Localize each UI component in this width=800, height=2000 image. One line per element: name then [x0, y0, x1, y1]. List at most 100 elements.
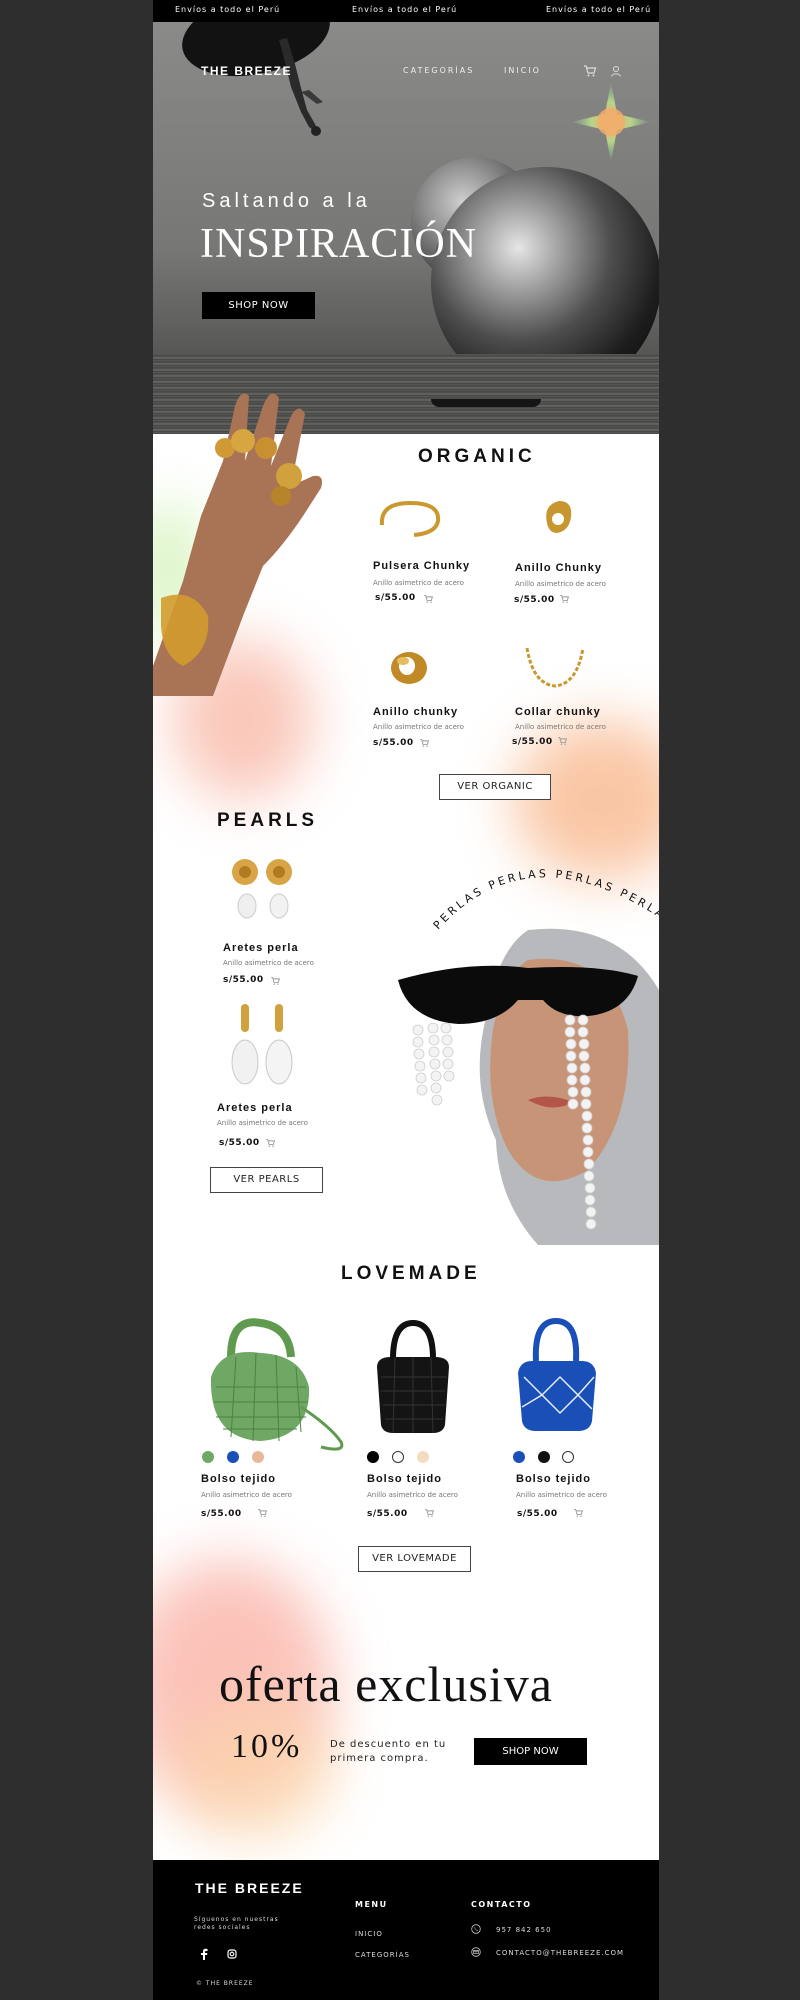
- instagram-icon[interactable]: [227, 1949, 237, 1959]
- footer-social-text: Síguenos en nuestras: [194, 1916, 279, 1923]
- footer-logo[interactable]: THE BREEZE: [195, 1880, 304, 1896]
- product-desc: Anillo asimetrico de acero: [223, 959, 314, 967]
- color-swatch[interactable]: [252, 1451, 264, 1463]
- lovemade-title: LOVEMADE: [341, 1263, 481, 1284]
- hero-subtitle: Saltando a la: [202, 190, 371, 212]
- star-burst-image: [571, 82, 651, 162]
- color-swatch[interactable]: [513, 1451, 525, 1463]
- product-price: s/55.00: [517, 1509, 558, 1519]
- color-swatch[interactable]: [227, 1451, 239, 1463]
- offer-text-line: De descuento en tu: [330, 1739, 447, 1750]
- ring-image[interactable]: [539, 495, 579, 540]
- product-price: s/55.00: [367, 1509, 408, 1519]
- announcement-bar: Envíos a todo el Perú Envíos a todo el P…: [153, 0, 659, 22]
- boat-image: [431, 399, 541, 407]
- product-name[interactable]: Aretes perla: [223, 942, 299, 954]
- footer: THE BREEZE Síguenos en nuestras redes so…: [153, 1860, 659, 2000]
- product-price: s/55.00: [373, 738, 414, 748]
- add-to-cart-icon[interactable]: [419, 738, 430, 748]
- hero-title: INSPIRACIÓN: [200, 221, 478, 267]
- gradient-blob: [173, 1700, 333, 1840]
- footer-link-inicio[interactable]: INICIO: [355, 1930, 383, 1938]
- ring-image[interactable]: [387, 646, 431, 690]
- user-icon[interactable]: [609, 64, 623, 78]
- black-woven-bag-image[interactable]: [371, 1319, 455, 1435]
- product-desc: Anillo asimetrico de acero: [367, 1491, 458, 1499]
- announcement-text: Envíos a todo el Perú: [352, 5, 458, 14]
- add-to-cart-icon[interactable]: [559, 594, 570, 604]
- product-name[interactable]: Bolso tejido: [516, 1473, 591, 1485]
- product-name[interactable]: Anillo Chunky: [515, 562, 602, 574]
- color-swatch[interactable]: [367, 1451, 379, 1463]
- announcement-text: Envíos a todo el Perú: [175, 5, 281, 14]
- product-price: s/55.00: [219, 1138, 260, 1148]
- blue-woven-bag-image[interactable]: [512, 1317, 602, 1435]
- footer-link-categorias[interactable]: CATEGORÍAS: [355, 1951, 410, 1959]
- hand-with-rings-image: [153, 393, 322, 696]
- add-to-cart-icon[interactable]: [424, 1508, 435, 1518]
- product-name[interactable]: Anillo chunky: [373, 706, 458, 718]
- announcement-text: Envíos a todo el Perú: [546, 5, 652, 14]
- product-desc: Anillo asimetrico de acero: [515, 580, 606, 588]
- color-swatch[interactable]: [417, 1451, 429, 1463]
- facebook-icon[interactable]: [199, 1948, 209, 1960]
- ver-organic-button[interactable]: VER ORGANIC: [439, 774, 551, 800]
- add-to-cart-icon[interactable]: [557, 736, 568, 746]
- organic-title: ORGANIC: [418, 446, 536, 467]
- offer-text-line: primera compra.: [330, 1753, 429, 1764]
- model-with-pearls-image: [398, 928, 659, 1245]
- product-price: s/55.00: [514, 595, 555, 605]
- footer-contact-title: CONTACTO: [471, 1900, 532, 1909]
- product-name[interactable]: Bolso tejido: [367, 1473, 442, 1485]
- product-desc: Anillo asimetrico de acero: [201, 1491, 292, 1499]
- product-name[interactable]: Bolso tejido: [201, 1473, 276, 1485]
- product-desc: Anillo asimetrico de acero: [516, 1491, 607, 1499]
- offer-percent: 10%: [231, 1728, 303, 1765]
- pearl-earrings-image[interactable]: [227, 856, 297, 926]
- bracelet-image[interactable]: [374, 495, 446, 540]
- product-name[interactable]: Pulsera Chunky: [373, 560, 470, 572]
- footer-social-text: redes sociales: [194, 1924, 251, 1931]
- product-desc: Anillo asimetrico de acero: [217, 1119, 308, 1127]
- page: Envíos a todo el Perú Envíos a todo el P…: [153, 0, 659, 2000]
- product-price: s/55.00: [223, 975, 264, 985]
- product-price: s/55.00: [375, 593, 416, 603]
- offer-shop-now-button[interactable]: SHOP NOW: [474, 1738, 587, 1765]
- product-price: s/55.00: [512, 737, 553, 747]
- footer-copyright: © THE BREEZE: [196, 1980, 254, 1987]
- necklace-image[interactable]: [523, 644, 587, 692]
- product-price: s/55.00: [201, 1509, 242, 1519]
- offer-text: De descuento en tu primera compra.: [330, 1738, 470, 1766]
- hero-shop-now-button[interactable]: SHOP NOW: [202, 292, 315, 319]
- nav-categorias[interactable]: CATEGORÍAS: [403, 66, 474, 75]
- footer-menu-title: MENU: [355, 1900, 388, 1909]
- green-woven-bag-image[interactable]: [201, 1317, 349, 1453]
- nav-inicio[interactable]: INICIO: [504, 66, 541, 75]
- add-to-cart-icon[interactable]: [573, 1508, 584, 1518]
- baroque-pearl-earrings-image[interactable]: [227, 1000, 297, 1092]
- pearls-title: PEARLS: [217, 810, 319, 831]
- offer-title: oferta exclusiva: [219, 1656, 553, 1712]
- color-swatch[interactable]: [202, 1451, 214, 1463]
- product-desc: Anillo asimetrico de acero: [515, 723, 606, 731]
- ver-lovemade-button[interactable]: VER LOVEMADE: [358, 1546, 471, 1572]
- color-swatch[interactable]: [562, 1451, 574, 1463]
- add-to-cart-icon[interactable]: [270, 976, 281, 986]
- product-desc: Anillo asimetrico de acero: [373, 723, 464, 731]
- cart-icon[interactable]: [583, 64, 597, 78]
- add-to-cart-icon[interactable]: [423, 594, 434, 604]
- footer-email[interactable]: CONTACTO@THEBREEZE.COM: [496, 1949, 624, 1957]
- phone-icon: [471, 1924, 481, 1934]
- color-swatch[interactable]: [538, 1451, 550, 1463]
- product-name[interactable]: Aretes perla: [217, 1102, 293, 1114]
- color-swatch[interactable]: [392, 1451, 404, 1463]
- diver-image: [279, 38, 323, 136]
- add-to-cart-icon[interactable]: [257, 1508, 268, 1518]
- site-logo[interactable]: THE BREEZE: [201, 64, 292, 78]
- email-icon: [471, 1947, 481, 1957]
- add-to-cart-icon[interactable]: [265, 1138, 276, 1148]
- ver-pearls-button[interactable]: VER PEARLS: [210, 1167, 323, 1193]
- product-name[interactable]: Collar chunky: [515, 706, 601, 718]
- product-desc: Anillo asimetrico de acero: [373, 579, 464, 587]
- footer-phone[interactable]: 957 842 650: [496, 1926, 552, 1934]
